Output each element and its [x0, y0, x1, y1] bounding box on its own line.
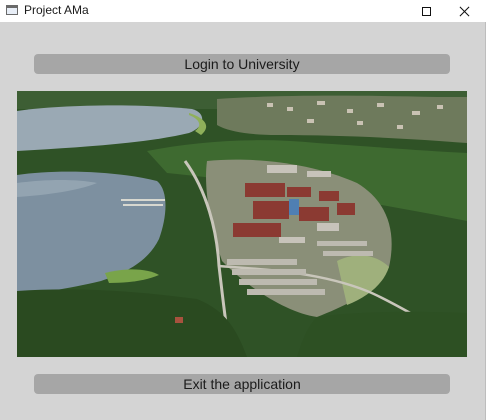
- exit-button[interactable]: Exit the application: [34, 374, 450, 394]
- login-button[interactable]: Login to University: [34, 54, 450, 74]
- app-window-icon: [6, 5, 18, 15]
- close-button[interactable]: [444, 0, 484, 22]
- maximize-icon: [421, 6, 431, 16]
- title-bar[interactable]: Project AMa: [0, 0, 486, 22]
- campus-photo-illustration: [17, 91, 467, 357]
- campus-aerial-photo: [17, 91, 467, 357]
- window-title: Project AMa: [24, 3, 89, 17]
- application-window: Project AMa Login to University Exit the…: [0, 0, 486, 420]
- close-icon: [459, 6, 470, 17]
- maximize-button[interactable]: [406, 0, 446, 22]
